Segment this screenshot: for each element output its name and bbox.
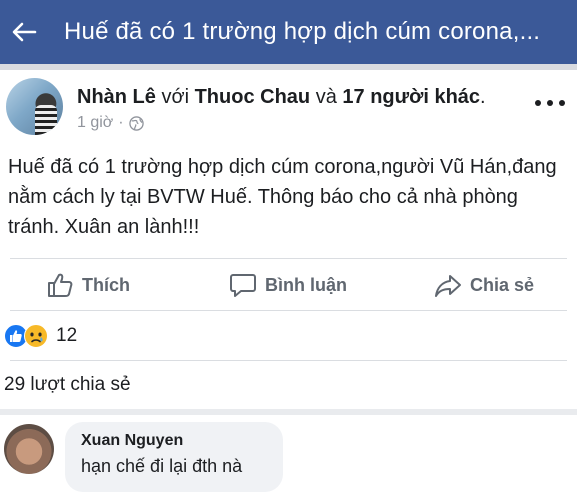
like-button[interactable]: Thích <box>46 260 130 310</box>
share-count[interactable]: 29 lượt chia sẻ <box>4 374 131 396</box>
more-options-icon[interactable] <box>535 96 565 110</box>
post-body-text: Huế đã có 1 trường hợp dịch cúm corona,n… <box>8 156 557 238</box>
reaction-count: 12 <box>56 325 78 346</box>
author-avatar[interactable] <box>6 78 63 135</box>
with-text: với <box>161 86 190 108</box>
section-divider-comments <box>0 409 577 415</box>
sad-icon <box>24 324 48 348</box>
back-button[interactable] <box>2 0 46 64</box>
comment-bubble-icon <box>230 274 256 297</box>
share-label: Chia sẻ <box>470 274 535 295</box>
author-line: Nhàn Lê với Thuoc Chau và 17 người khác. <box>77 86 486 109</box>
divider-lower <box>10 360 567 361</box>
top-bar: Huế đã có 1 trường hợp dịch cúm corona,.… <box>0 0 577 64</box>
post-header: Nhàn Lê với Thuoc Chau và 17 người khác.… <box>0 70 577 146</box>
arrow-left-icon <box>12 22 37 42</box>
and-text: và <box>315 86 337 108</box>
like-label: Thích <box>82 274 130 295</box>
comment-author[interactable]: Xuan Nguyen <box>81 432 183 450</box>
period-text: . <box>480 86 486 108</box>
divider-top <box>10 258 567 259</box>
comment-label: Bình luận <box>265 274 347 295</box>
share-arrow-icon <box>435 275 461 297</box>
globe-icon <box>128 115 144 131</box>
post-actions: Thích Bình luận Chia sẻ <box>0 260 577 310</box>
divider-middle <box>10 310 567 311</box>
meta-separator: · <box>118 114 124 131</box>
tagged-person[interactable]: Thuoc Chau <box>195 86 311 108</box>
comment-text: hạn chế đi lại đth nà <box>81 456 243 476</box>
thumbs-up-icon <box>48 273 73 297</box>
share-button[interactable]: Chia sẻ <box>434 260 534 310</box>
comment-button[interactable]: Bình luận <box>229 260 347 310</box>
reactions-summary[interactable]: 12 <box>4 322 77 350</box>
author-name[interactable]: Nhàn Lê <box>77 86 156 108</box>
post-meta: 1 giờ · <box>77 114 144 132</box>
comment-bubble[interactable]: Xuan Nguyen hạn chế đi lại đth nà <box>65 422 283 492</box>
tagged-others-link[interactable]: 17 người khác <box>342 86 480 108</box>
post-time[interactable]: 1 giờ <box>77 114 113 132</box>
page-title: Huế đã có 1 trường hợp dịch cúm corona,.… <box>64 18 541 45</box>
commenter-avatar[interactable] <box>4 424 54 474</box>
